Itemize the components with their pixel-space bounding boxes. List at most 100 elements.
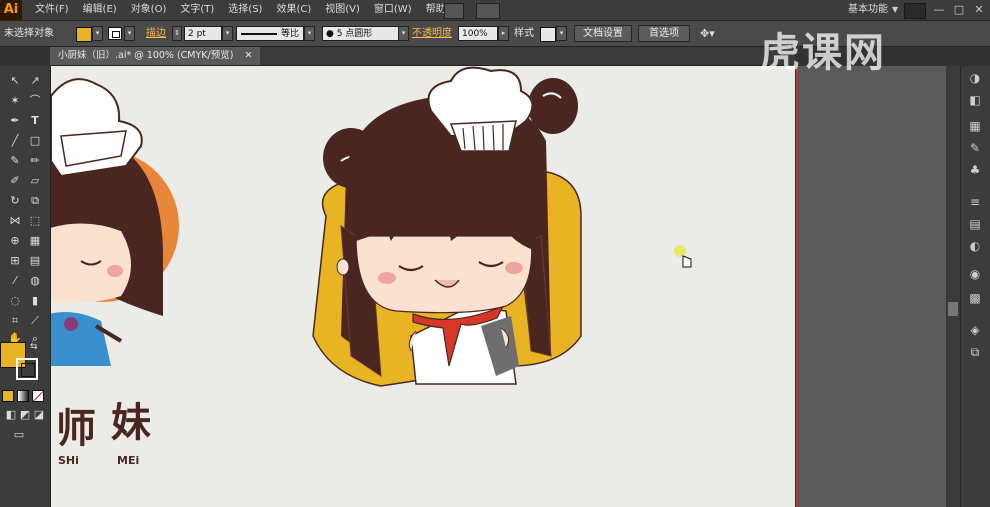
app-logo: Ai <box>0 0 22 20</box>
menu-select[interactable]: 选择(S) <box>221 0 269 20</box>
menu-bar: Ai 文件(F) 编辑(E) 对象(O) 文字(T) 选择(S) 效果(C) 视… <box>0 0 990 21</box>
free-transform-tool-icon[interactable]: ⬚ <box>26 212 44 230</box>
center-ear <box>336 258 350 276</box>
opacity-label[interactable]: 不透明度 <box>412 21 452 46</box>
stroke-weight-dropdown[interactable]: ▾ <box>222 26 233 41</box>
magic-wand-tool-icon[interactable]: ✶ <box>6 92 24 110</box>
mesh-tool-icon[interactable]: ⊞ <box>6 252 24 270</box>
tools-panel: ↖ ↗ ✶ ⌒ ✒ T ╱ □ ✎ ✏ ✐ ▱ ↻ ⧉ ⋈ ⬚ ⊕ ▦ ⊞ ▤ … <box>0 66 51 507</box>
maximize-button[interactable]: □ <box>950 0 968 20</box>
lasso-tool-icon[interactable]: ⌒ <box>26 92 44 110</box>
document-tab-bar: 小厨妹（旧）.ai* @ 100% (CMYK/预览) ✕ <box>50 47 795 66</box>
perspective-grid-tool-icon[interactable]: ▦ <box>26 232 44 250</box>
style-swatch[interactable] <box>540 27 556 42</box>
blend-tool-icon[interactable]: ◍ <box>26 272 44 290</box>
stroke-label[interactable]: 描边 <box>146 21 166 46</box>
style-label: 样式 <box>514 28 534 39</box>
eraser-tool-icon[interactable]: ▱ <box>26 172 44 190</box>
stroke-weight-field[interactable]: 2 pt <box>184 26 222 41</box>
gradient-tool-icon[interactable]: ▤ <box>26 252 44 270</box>
width-tool-icon[interactable]: ⋈ <box>6 212 24 230</box>
watermark: 虎课网 <box>760 30 886 76</box>
menu-view[interactable]: 视图(V) <box>318 0 367 20</box>
document-tab-title: 小厨妹（旧）.ai* @ 100% (CMYK/预览) <box>58 50 234 61</box>
stroke-swatch[interactable] <box>108 27 122 40</box>
artboard-tool-icon[interactable]: ⌗ <box>6 312 24 330</box>
appearance-panel-icon[interactable]: ◉ <box>966 266 984 282</box>
pen-tool-icon[interactable]: ✒ <box>6 112 24 130</box>
opacity-field[interactable]: 100% <box>458 26 498 41</box>
bridge-button[interactable] <box>444 3 464 19</box>
menu-edit[interactable]: 编辑(E) <box>76 0 124 20</box>
color-panel-icon[interactable]: ◑ <box>966 70 984 86</box>
scrollbar-thumb[interactable] <box>948 302 958 316</box>
logo-char-mei: 妹 <box>111 400 151 446</box>
shape-builder-tool-icon[interactable]: ⊕ <box>6 232 24 250</box>
transparency-panel-icon[interactable]: ◐ <box>966 238 984 254</box>
none-mode-icon[interactable] <box>32 390 44 402</box>
swap-colors-icon[interactable]: ⇆ <box>30 342 38 352</box>
artboards-panel-icon[interactable]: ⧉ <box>966 344 984 360</box>
logo-pinyin-mei: MEi <box>117 454 139 467</box>
menu-file[interactable]: 文件(F) <box>28 0 76 20</box>
vertical-scrollbar[interactable] <box>946 66 960 507</box>
gradient-mode-icon[interactable] <box>17 390 29 402</box>
gradient-panel-icon[interactable]: ▤ <box>966 216 984 232</box>
stroke-profile-dropdown[interactable]: ▾ <box>304 26 315 41</box>
stroke-profile-field[interactable]: 等比 <box>236 26 304 41</box>
stroke-color-swatch[interactable] <box>16 358 38 380</box>
fill-swatch[interactable] <box>76 27 92 42</box>
scale-tool-icon[interactable]: ⧉ <box>26 192 44 210</box>
hand-cursor-icon <box>682 255 692 268</box>
line-tool-icon[interactable]: ╱ <box>6 132 24 150</box>
artwork-illustration: 师 妹 SHi MEi <box>51 66 692 467</box>
arrange-documents-button[interactable] <box>476 3 500 19</box>
symbol-sprayer-tool-icon[interactable]: ◌ <box>6 292 24 310</box>
stroke-dropdown[interactable]: ▾ <box>124 26 135 41</box>
pencil-tool-icon[interactable]: ✏ <box>26 152 44 170</box>
brush-dropdown[interactable]: ▾ <box>398 26 409 41</box>
style-dropdown[interactable]: ▾ <box>556 26 567 41</box>
document-tab[interactable]: 小厨妹（旧）.ai* @ 100% (CMYK/预览) ✕ <box>50 47 261 65</box>
rectangle-tool-icon[interactable]: □ <box>26 132 44 150</box>
left-cheek <box>107 265 123 277</box>
align-icon[interactable]: ✥▾ <box>700 27 715 40</box>
color-mode-icon[interactable] <box>2 390 14 402</box>
menu-window[interactable]: 窗口(W) <box>367 0 419 20</box>
menu-effect[interactable]: 效果(C) <box>269 0 318 20</box>
draw-inside-icon[interactable]: ◪ <box>30 406 48 424</box>
stroke-panel-icon[interactable]: ≡ <box>966 194 984 210</box>
symbols-panel-icon[interactable]: ♣ <box>966 162 984 178</box>
artboard-canvas[interactable]: 师 妹 SHi MEi <box>51 66 795 507</box>
preferences-button[interactable]: 首选项 <box>638 25 690 42</box>
type-tool-icon[interactable]: T <box>26 112 44 130</box>
pasteboard[interactable] <box>798 66 946 507</box>
screen-mode-icon[interactable]: ▭ <box>10 426 28 444</box>
selection-tool-icon[interactable]: ↖ <box>6 72 24 90</box>
chevron-down-icon[interactable]: ▼ <box>892 0 898 20</box>
direct-selection-tool-icon[interactable]: ↗ <box>26 72 44 90</box>
menu-object[interactable]: 对象(O) <box>124 0 174 20</box>
tab-close-icon[interactable]: ✕ <box>244 50 252 61</box>
opacity-dropdown[interactable]: ▸ <box>498 26 509 41</box>
search-input[interactable] <box>904 3 926 19</box>
column-graph-tool-icon[interactable]: ▮ <box>26 292 44 310</box>
workspace-switcher[interactable]: 基本功能 <box>848 0 888 20</box>
blob-brush-tool-icon[interactable]: ✐ <box>6 172 24 190</box>
document-setup-button[interactable]: 文档设置 <box>574 25 632 42</box>
close-button[interactable]: ✕ <box>970 0 988 20</box>
layers-panel-icon[interactable]: ◈ <box>966 322 984 338</box>
color-guide-icon[interactable]: ◧ <box>966 92 984 108</box>
brush-field[interactable]: ● 5 点圆形 <box>322 26 402 41</box>
paintbrush-tool-icon[interactable]: ✎ <box>6 152 24 170</box>
brushes-panel-icon[interactable]: ✎ <box>966 140 984 156</box>
stroke-stepper[interactable]: ⇕ <box>172 26 182 41</box>
fill-dropdown[interactable]: ▾ <box>92 26 103 41</box>
graphic-styles-icon[interactable]: ▩ <box>966 290 984 306</box>
minimize-button[interactable]: — <box>930 0 948 20</box>
rotate-tool-icon[interactable]: ↻ <box>6 192 24 210</box>
menu-type[interactable]: 文字(T) <box>173 0 221 20</box>
slice-tool-icon[interactable]: ⟋ <box>26 312 44 330</box>
swatches-panel-icon[interactable]: ▦ <box>966 118 984 134</box>
eyedropper-tool-icon[interactable]: ⁄ <box>6 272 24 290</box>
